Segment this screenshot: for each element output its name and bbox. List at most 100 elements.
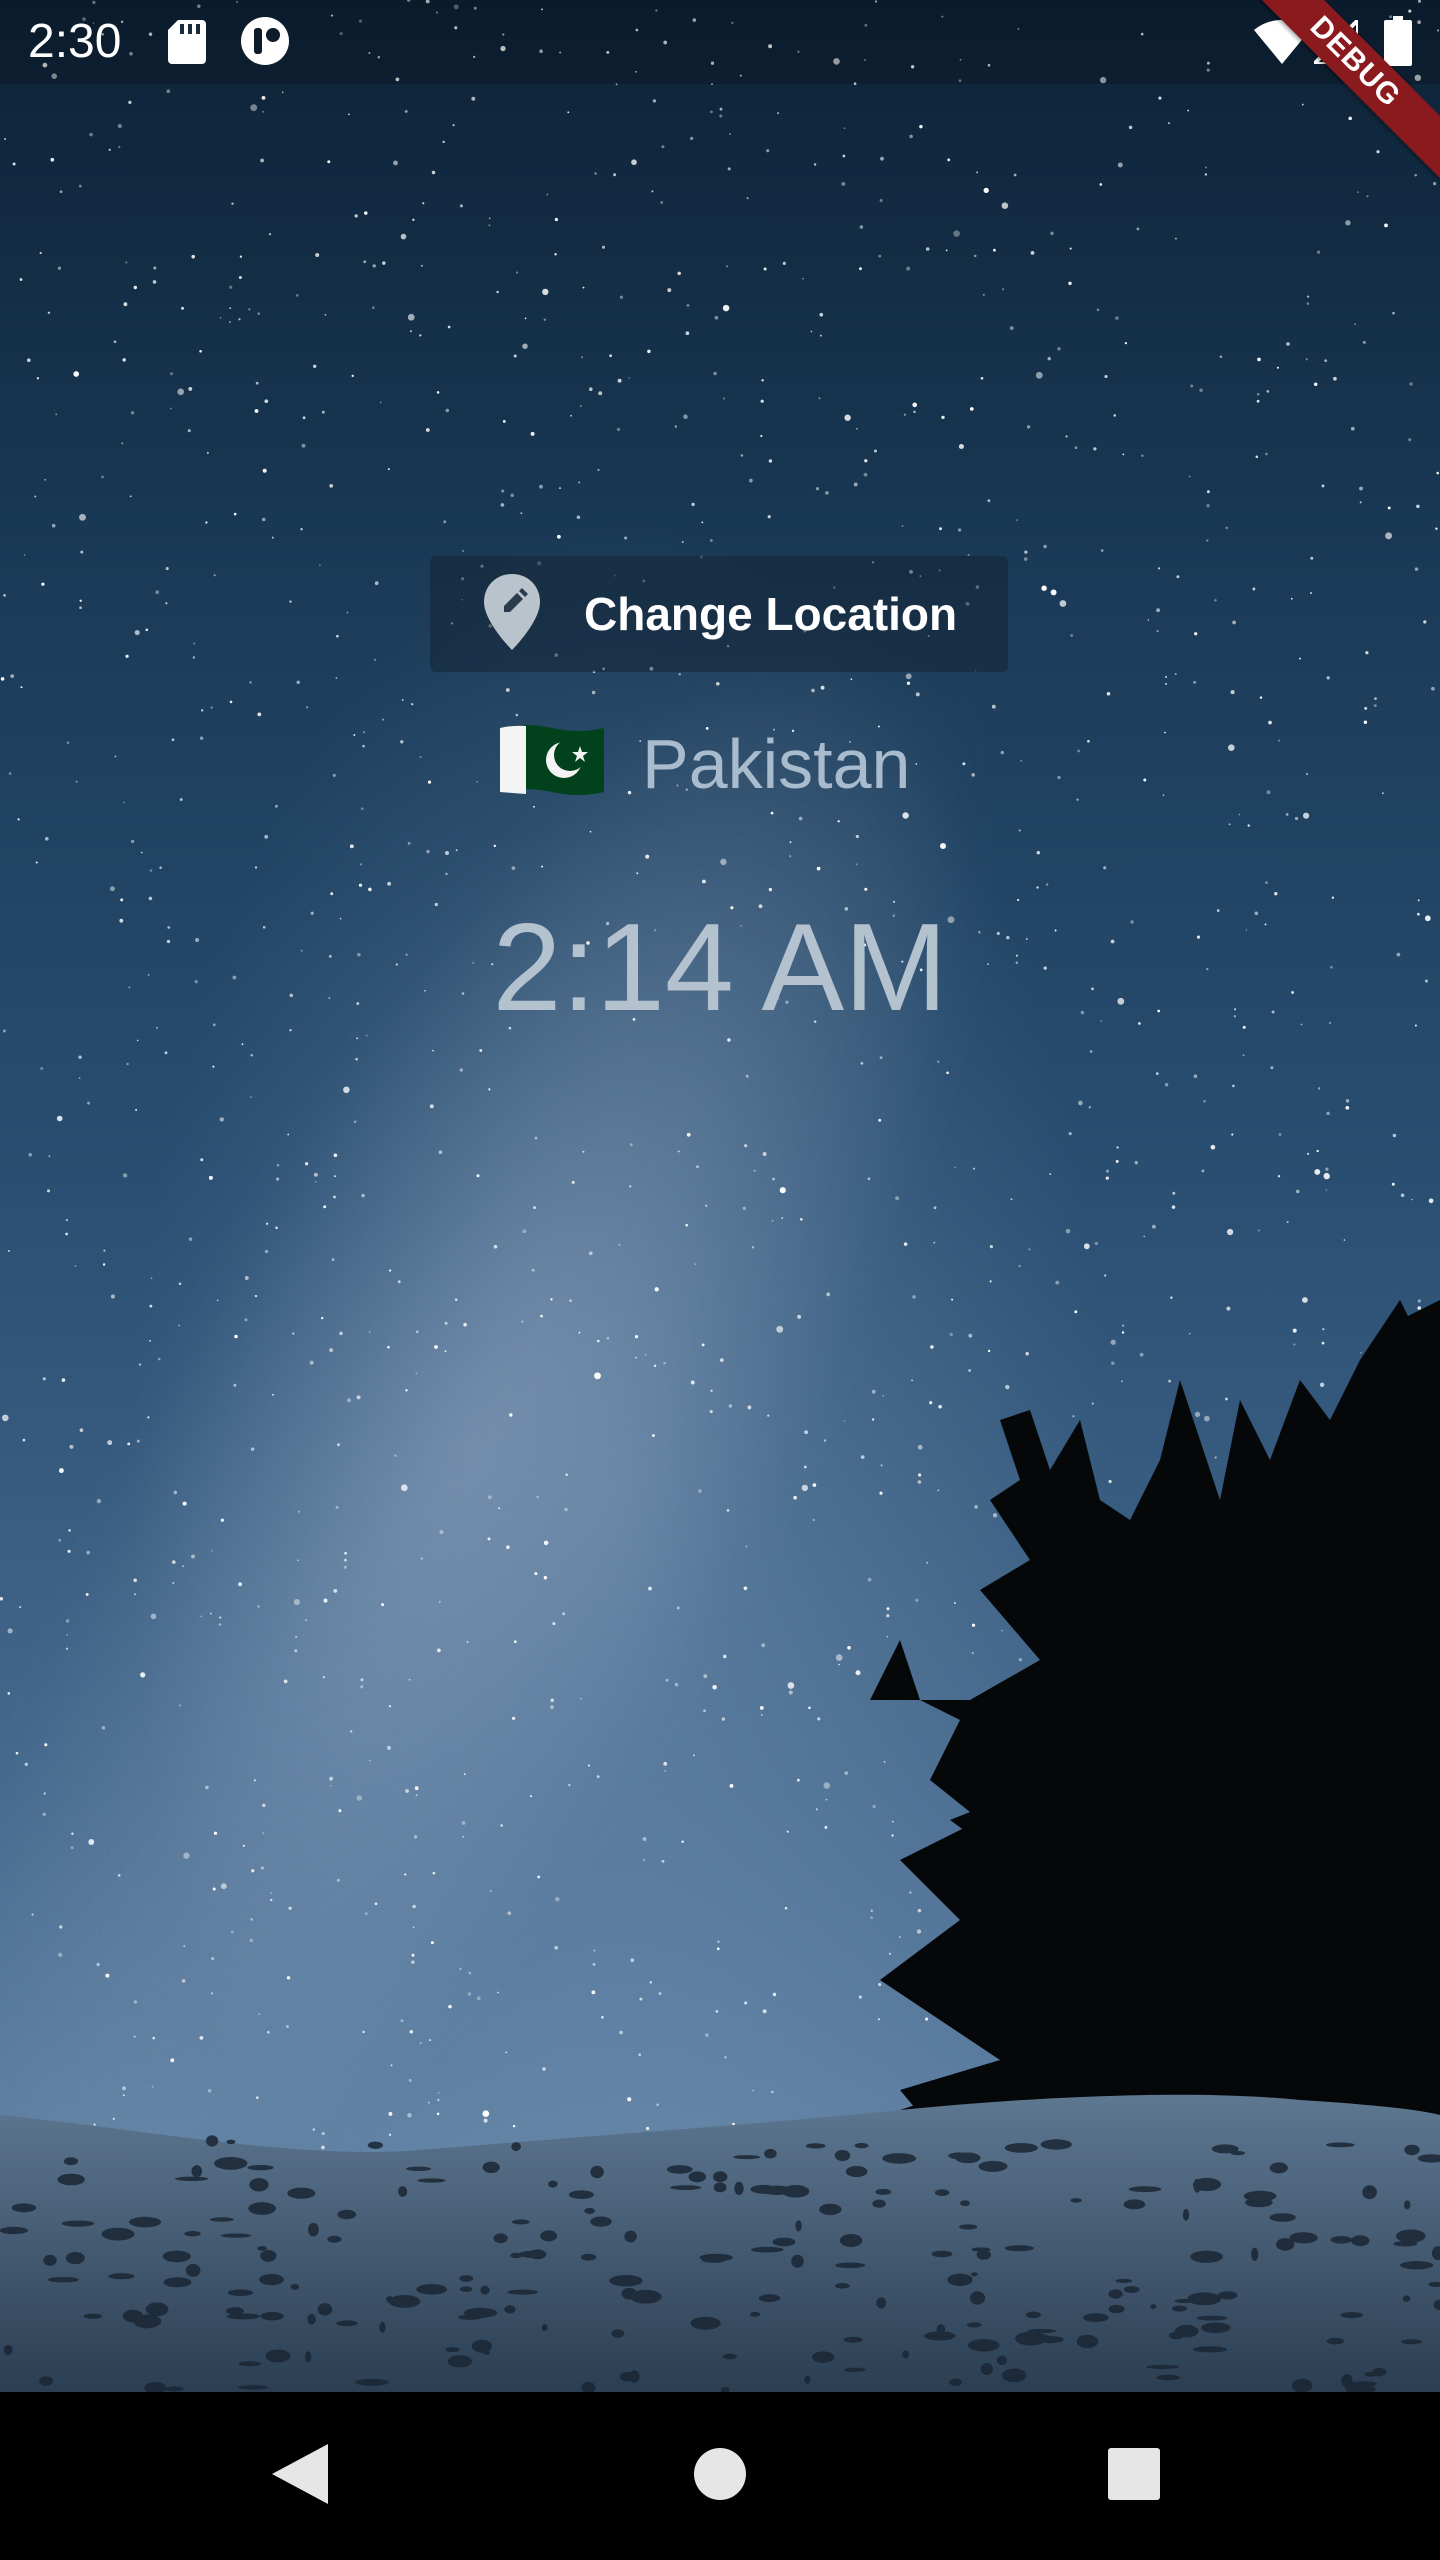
snow-shadow [480, 2285, 490, 2295]
snow-shadow [305, 2351, 312, 2363]
snow-shadow [666, 2165, 693, 2174]
snow-shadow [1034, 2334, 1051, 2343]
snow-shadow [629, 2370, 640, 2383]
snow-shadow [225, 2307, 244, 2315]
snow-shadow [699, 2253, 733, 2262]
recents-icon[interactable] [1108, 2448, 1160, 2500]
snow-shadow [336, 2320, 358, 2327]
snow-shadow [1396, 2229, 1426, 2243]
snow-shadow [568, 2190, 594, 2199]
snow-shadow [1076, 2334, 1099, 2349]
snow-shadow [206, 2135, 219, 2147]
snow-shadow [1192, 2177, 1222, 2192]
snow-shadow [967, 2339, 1000, 2352]
snow-shadow [629, 2289, 662, 2304]
snow-shadow [835, 2283, 850, 2289]
snow-shadow [133, 2314, 162, 2329]
snow-shadow [960, 2200, 970, 2207]
snow-shadow [584, 2207, 596, 2214]
change-location-button[interactable]: Change Location [430, 556, 1008, 672]
snow-shadow [970, 2272, 978, 2277]
snow-shadow [459, 2286, 473, 2292]
home-icon[interactable] [694, 2448, 746, 2500]
snow-shadow [43, 2254, 57, 2266]
snow-shadow [1004, 2245, 1034, 2252]
snow-shadow [1351, 2235, 1370, 2247]
snow-shadow [511, 2219, 530, 2225]
snow-shadow [227, 2289, 253, 2296]
snow-shadow [931, 2250, 953, 2258]
snow-shadow [238, 2361, 261, 2367]
snow-shadow [1070, 2198, 1082, 2203]
change-location-label: Change Location [584, 588, 958, 640]
snow-shadow [1123, 2286, 1140, 2293]
snow-shadow [819, 2203, 842, 2216]
snow-shadow [101, 2227, 135, 2241]
snow-shadow [1025, 2311, 1041, 2319]
snow-shadow [367, 2141, 383, 2149]
snow-shadow [1326, 2337, 1344, 2345]
vpn-icon [241, 17, 289, 65]
snow-shadow [764, 2148, 777, 2159]
snow-shadow [511, 2142, 521, 2152]
snow-shadow [611, 2329, 625, 2338]
snow-shadow [1115, 2278, 1133, 2283]
snow-shadow [1404, 2144, 1420, 2156]
snow-shadow [761, 2185, 793, 2195]
snow-shadow [1400, 2261, 1434, 2270]
snow-shadow [185, 2263, 201, 2277]
snow-shadow [722, 2353, 737, 2360]
snow-shadow [845, 2166, 868, 2177]
snow-shadow [355, 2378, 389, 2386]
snow-shadow [795, 2220, 802, 2232]
snow-shadow [1108, 2304, 1125, 2314]
snow-shadow [398, 2186, 408, 2197]
snow-shadow [1243, 2190, 1277, 2202]
snow-shadow [1150, 2304, 1157, 2310]
snow-shadow [220, 2233, 252, 2238]
snow-shadow [1146, 2364, 1180, 2369]
snow-shadow [417, 2178, 446, 2183]
snow-shadow [590, 2165, 604, 2179]
snow-shadow [924, 2331, 956, 2341]
snow-shadow [580, 2253, 597, 2261]
snow-shadow [11, 2203, 37, 2213]
snow-shadow [1269, 2213, 1296, 2222]
snow-shadow [1393, 2241, 1418, 2247]
snow-shadow [876, 2297, 887, 2309]
snow-shadow [290, 2284, 300, 2290]
snow-shadow [61, 2220, 95, 2227]
battery-icon [1384, 16, 1412, 66]
snow-shadow [1364, 2371, 1378, 2377]
snow-shadow [772, 2237, 796, 2247]
snow-shadow [1289, 2232, 1318, 2244]
snow-shadow [949, 2378, 963, 2386]
back-icon[interactable] [272, 2444, 328, 2504]
snow-shadow [237, 2385, 269, 2390]
status-bar: 2:30 [0, 0, 1440, 84]
snow-shadow [1190, 2250, 1223, 2263]
pakistan-flag-icon [500, 725, 604, 795]
snow-shadow [463, 2307, 498, 2318]
navigation-bar [0, 2392, 1440, 2560]
snow-shadow [872, 2199, 886, 2208]
snow-shadow [317, 2303, 333, 2316]
snow-shadow [947, 2273, 973, 2286]
snow-shadow [670, 2185, 702, 2191]
snow-shadow [1174, 2324, 1199, 2338]
snow-shadow [1004, 2143, 1038, 2153]
snow-shadow [1128, 2186, 1162, 2193]
snow-shadow [1251, 2247, 1259, 2261]
snow-shadow [248, 2202, 276, 2215]
snow-shadow [327, 2235, 342, 2243]
snow-shadow [63, 2157, 78, 2166]
snow-shadow [504, 2305, 516, 2314]
snow-shadow [3, 2344, 13, 2356]
snow-shadow [609, 2275, 643, 2287]
snow-shadow [854, 2143, 869, 2149]
snow-shadow [164, 2386, 184, 2392]
snow-shadow [971, 2247, 991, 2252]
snow-shadow [1001, 2368, 1027, 2383]
snow-shadow [843, 2336, 863, 2343]
snow-shadow [39, 2376, 54, 2386]
